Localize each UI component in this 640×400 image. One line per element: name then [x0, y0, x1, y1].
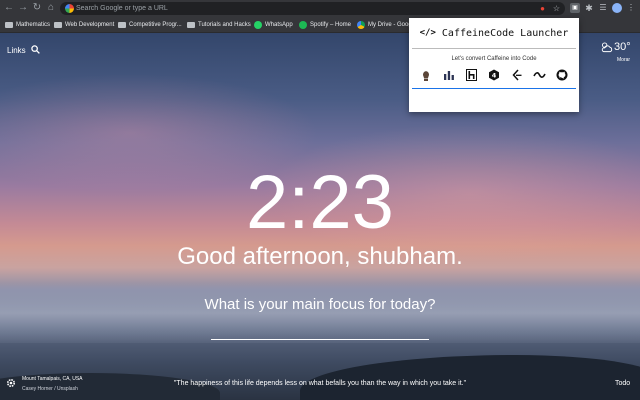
hackerblocks-icon[interactable]: 4: [487, 68, 501, 82]
avatar[interactable]: [612, 3, 622, 13]
extension-icon[interactable]: ▣: [570, 3, 580, 13]
bookmark-spotify[interactable]: Spotify – Home: [299, 17, 351, 33]
weather-temperature[interactable]: 30°: [614, 41, 631, 53]
leetcode-icon[interactable]: [510, 68, 524, 82]
forward-icon[interactable]: →: [17, 2, 29, 14]
greeting: Good afternoon, shubham.: [177, 243, 463, 270]
quote: "The happiness of this life depends less…: [173, 380, 467, 387]
home-icon[interactable]: ⌂: [45, 2, 57, 14]
spotify-icon: [299, 21, 307, 29]
popup-title: </> CaffeineCode Launcher: [409, 18, 579, 48]
omnibox[interactable]: Search Google or type a URL ● ☆: [60, 2, 565, 15]
hackerrank-icon[interactable]: [464, 68, 478, 82]
bookmark-mathematics[interactable]: Mathematics: [5, 17, 50, 33]
reading-list-icon[interactable]: ☰: [598, 3, 608, 13]
popup-title-text: CaffeineCode Launcher: [441, 27, 569, 39]
drive-icon: [357, 21, 365, 29]
back-icon[interactable]: ←: [3, 2, 15, 14]
background-fog: [0, 283, 640, 343]
caffeinecode-popup: </> CaffeineCode Launcher Let's convert …: [409, 18, 579, 112]
codechef-icon[interactable]: [419, 68, 433, 82]
site-launcher-row: 4: [419, 66, 569, 84]
weather-location: Morar: [617, 57, 631, 63]
divider: [412, 48, 576, 49]
popup-subtitle: Let's convert Caffeine into Code: [451, 56, 537, 62]
omnibox-placeholder: Search Google or type a URL: [76, 5, 168, 12]
menu-icon[interactable]: ⋮: [626, 3, 636, 13]
reload-icon[interactable]: ↻: [31, 2, 43, 14]
folder-icon: [187, 22, 195, 28]
spoj-icon[interactable]: [532, 68, 546, 82]
github-icon[interactable]: [555, 68, 569, 82]
google-icon: [65, 4, 74, 13]
bookmark-star-icon[interactable]: ☆: [552, 4, 561, 13]
folder-icon: [5, 22, 13, 28]
folder-icon: [54, 22, 62, 28]
search-icon[interactable]: [31, 45, 40, 54]
focus-input[interactable]: [211, 339, 429, 340]
puzzle-icon[interactable]: ✱: [584, 3, 594, 13]
bookmark-whatsapp[interactable]: WhatsApp: [254, 17, 293, 33]
partly-cloudy-icon: [601, 42, 613, 53]
incognito-blocked-icon[interactable]: ●: [538, 4, 547, 13]
todo-button[interactable]: Todo: [615, 380, 630, 387]
clock: 2:23: [246, 160, 394, 245]
focus-prompt: What is your main focus for today?: [204, 296, 436, 313]
hackerearth-icon[interactable]: [442, 68, 456, 82]
accent-divider: [412, 88, 576, 89]
links-button[interactable]: Links: [7, 46, 26, 55]
background-hill: [300, 355, 640, 400]
bookmark-my-drive[interactable]: My Drive - Goog: [357, 17, 412, 33]
whatsapp-icon: [254, 21, 262, 29]
bookmark-competitive-programming[interactable]: Competitive Progr...: [118, 17, 182, 33]
code-brackets-icon: </>: [419, 28, 436, 38]
bookmark-web-development[interactable]: Web Development: [54, 17, 114, 33]
svg-text:4: 4: [492, 72, 497, 80]
folder-icon: [118, 22, 126, 28]
browser-toolbar: ← → ↻ ⌂ Search Google or type a URL ● ☆ …: [0, 0, 640, 17]
bookmark-tutorials-and-hacks[interactable]: Tutorials and Hacks: [187, 17, 251, 33]
